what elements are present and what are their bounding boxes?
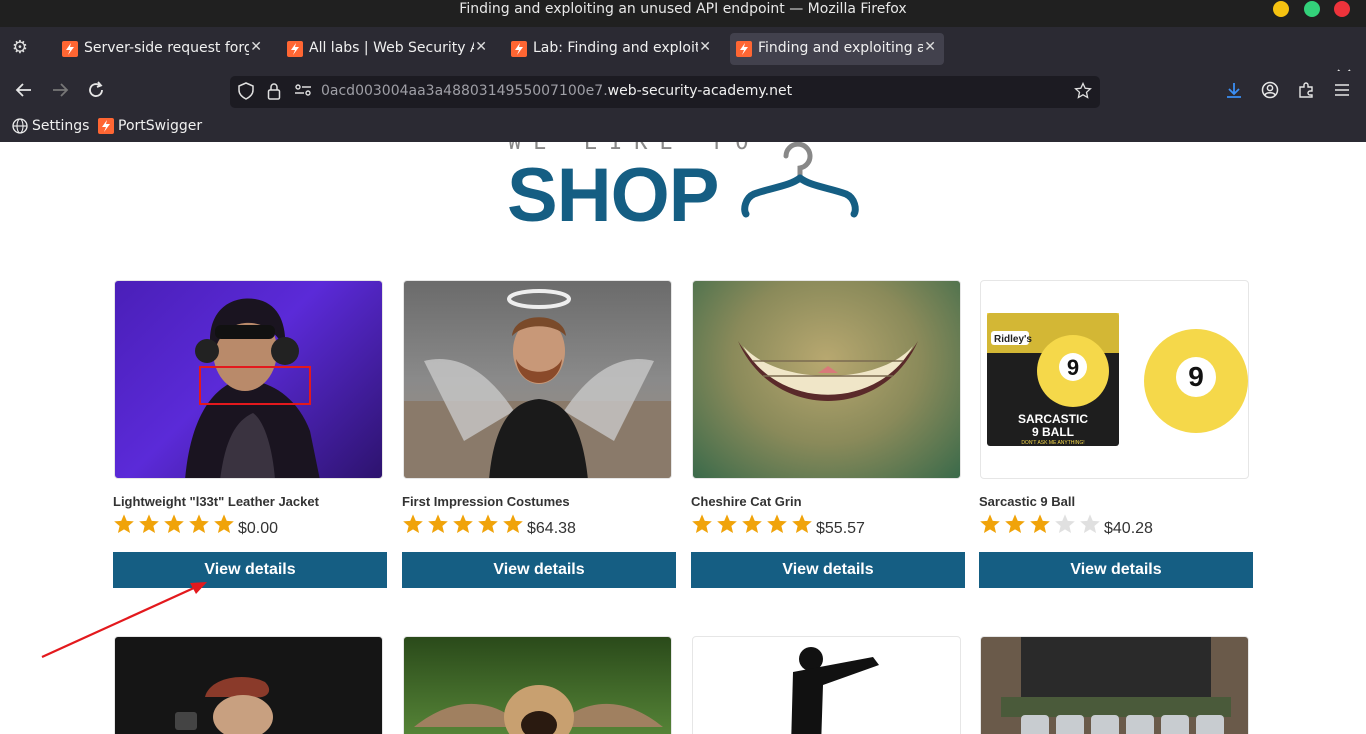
tab-label: Server-side request forge bbox=[84, 40, 249, 56]
star-icon bbox=[767, 514, 787, 533]
box-title-line2: 9 BALL bbox=[1032, 425, 1074, 439]
star-icon bbox=[189, 514, 209, 533]
ball-number: 9 bbox=[1188, 361, 1204, 392]
page-content: WE LIKE TO SHOP Lightweight "l33t" Leath… bbox=[0, 142, 1366, 734]
star-icon bbox=[403, 514, 423, 533]
back-icon[interactable] bbox=[13, 81, 35, 103]
product-image[interactable] bbox=[403, 280, 672, 479]
product-name: First Impression Costumes bbox=[402, 494, 570, 509]
nav-toolbar: 0acd003004aa3a4880314955007100e7.web-sec… bbox=[0, 71, 1366, 113]
star-icon bbox=[139, 514, 159, 533]
product-price: $55.57 bbox=[816, 520, 865, 537]
star-icon bbox=[1080, 514, 1100, 533]
bookmarks-toolbar: Settings PortSwigger bbox=[0, 113, 1366, 142]
rating-stars bbox=[402, 513, 524, 535]
rating-stars bbox=[979, 513, 1101, 535]
view-details-button[interactable]: View details bbox=[979, 552, 1253, 588]
window-title: Finding and exploiting an unused API end… bbox=[459, 1, 907, 17]
tab-bar: ⚙ Server-side request forge ✕ All labs |… bbox=[0, 27, 1366, 89]
product-image[interactable] bbox=[980, 636, 1249, 734]
lock-icon[interactable] bbox=[264, 82, 284, 102]
shield-icon[interactable] bbox=[236, 82, 256, 102]
logo-text: SHOP bbox=[507, 153, 719, 238]
rating-stars bbox=[691, 513, 813, 535]
bookmark-label: Settings bbox=[32, 118, 90, 134]
reload-icon[interactable] bbox=[85, 81, 107, 103]
tab-active[interactable]: Finding and exploiting an ✕ bbox=[730, 33, 944, 65]
star-icon bbox=[1030, 514, 1050, 533]
view-details-button[interactable]: View details bbox=[691, 552, 965, 588]
product-name: Cheshire Cat Grin bbox=[691, 494, 802, 509]
tab-lab[interactable]: Lab: Finding and exploitin ✕ bbox=[505, 33, 719, 65]
forward-icon[interactable] bbox=[49, 81, 71, 103]
star-icon bbox=[114, 514, 134, 533]
annotation-highlight-box bbox=[199, 366, 311, 405]
close-icon[interactable]: ✕ bbox=[475, 39, 487, 55]
menu-icon[interactable] bbox=[1331, 81, 1353, 103]
portswigger-icon bbox=[736, 41, 752, 57]
star-icon bbox=[792, 514, 812, 533]
star-icon bbox=[717, 514, 737, 533]
product-name: Sarcastic 9 Ball bbox=[979, 494, 1076, 509]
bookmark-settings[interactable]: Settings bbox=[12, 118, 89, 134]
url-host: web-security-academy.net bbox=[607, 83, 793, 99]
bookmark-portswigger[interactable]: PortSwigger bbox=[98, 118, 202, 134]
star-icon bbox=[478, 514, 498, 533]
tab-all-labs[interactable]: All labs | Web Security Ac ✕ bbox=[281, 33, 495, 65]
tab-label: Finding and exploiting an bbox=[758, 40, 923, 56]
tab-label: Lab: Finding and exploitin bbox=[533, 40, 698, 56]
tab-label: All labs | Web Security Ac bbox=[309, 40, 474, 56]
product-price: $64.38 bbox=[527, 520, 576, 537]
star-icon bbox=[164, 514, 184, 533]
star-icon bbox=[453, 514, 473, 533]
star-icon bbox=[428, 514, 448, 533]
star-icon bbox=[503, 514, 523, 533]
product-image[interactable] bbox=[692, 280, 961, 479]
minimize-button[interactable] bbox=[1273, 1, 1289, 17]
box-tagline: DON'T ASK ME ANYTHING! bbox=[1021, 440, 1084, 446]
globe-icon bbox=[12, 118, 28, 134]
portswigger-icon bbox=[511, 41, 527, 57]
portswigger-icon bbox=[98, 118, 114, 134]
product-name: Lightweight "l33t" Leather Jacket bbox=[113, 494, 319, 509]
extensions-icon[interactable] bbox=[1295, 81, 1317, 103]
product-price: $0.00 bbox=[238, 520, 279, 537]
product-image[interactable]: Ridley's 9 9 SARCASTIC 9 BALL DON'T ASK … bbox=[980, 280, 1249, 479]
star-icon bbox=[1055, 514, 1075, 533]
url-text[interactable]: 0acd003004aa3a4880314955007100e7.web-sec… bbox=[321, 83, 792, 99]
product-image[interactable] bbox=[114, 636, 383, 734]
portswigger-icon bbox=[62, 41, 78, 57]
window-titlebar: Finding and exploiting an unused API end… bbox=[0, 0, 1366, 27]
downloads-icon[interactable] bbox=[1223, 81, 1245, 103]
hanger-icon bbox=[741, 142, 859, 218]
star-icon bbox=[692, 514, 712, 533]
portswigger-icon bbox=[287, 41, 303, 57]
bookmark-label: PortSwigger bbox=[118, 118, 203, 134]
rating-stars bbox=[113, 513, 235, 535]
account-icon[interactable] bbox=[1259, 81, 1281, 103]
box-title-line1: SARCASTIC bbox=[1018, 412, 1088, 426]
product-image[interactable] bbox=[692, 636, 961, 734]
close-icon[interactable]: ✕ bbox=[250, 39, 262, 55]
ball-number: 9 bbox=[1067, 355, 1079, 380]
close-window-button[interactable] bbox=[1334, 1, 1350, 17]
close-icon[interactable]: ✕ bbox=[924, 39, 936, 55]
product-price: $40.28 bbox=[1104, 520, 1153, 537]
maximize-button[interactable] bbox=[1304, 1, 1320, 17]
bookmark-star-icon[interactable] bbox=[1073, 81, 1093, 102]
star-icon bbox=[1005, 514, 1025, 533]
view-details-button[interactable]: View details bbox=[402, 552, 676, 588]
product-image[interactable] bbox=[403, 636, 672, 734]
view-details-button[interactable]: View details bbox=[113, 552, 387, 588]
url-prefix: 0acd003004aa3a4880314955007100e7. bbox=[321, 83, 608, 99]
star-icon bbox=[980, 514, 1000, 533]
permissions-icon[interactable] bbox=[293, 82, 313, 102]
gear-icon[interactable]: ⚙ bbox=[10, 38, 30, 58]
close-icon[interactable]: ✕ bbox=[699, 39, 711, 55]
box-brand: Ridley's bbox=[994, 334, 1032, 345]
star-icon bbox=[214, 514, 234, 533]
tab-server-side-request[interactable]: Server-side request forge ✕ bbox=[56, 33, 270, 65]
address-bar[interactable]: 0acd003004aa3a4880314955007100e7.web-sec… bbox=[230, 76, 1100, 108]
star-icon bbox=[742, 514, 762, 533]
